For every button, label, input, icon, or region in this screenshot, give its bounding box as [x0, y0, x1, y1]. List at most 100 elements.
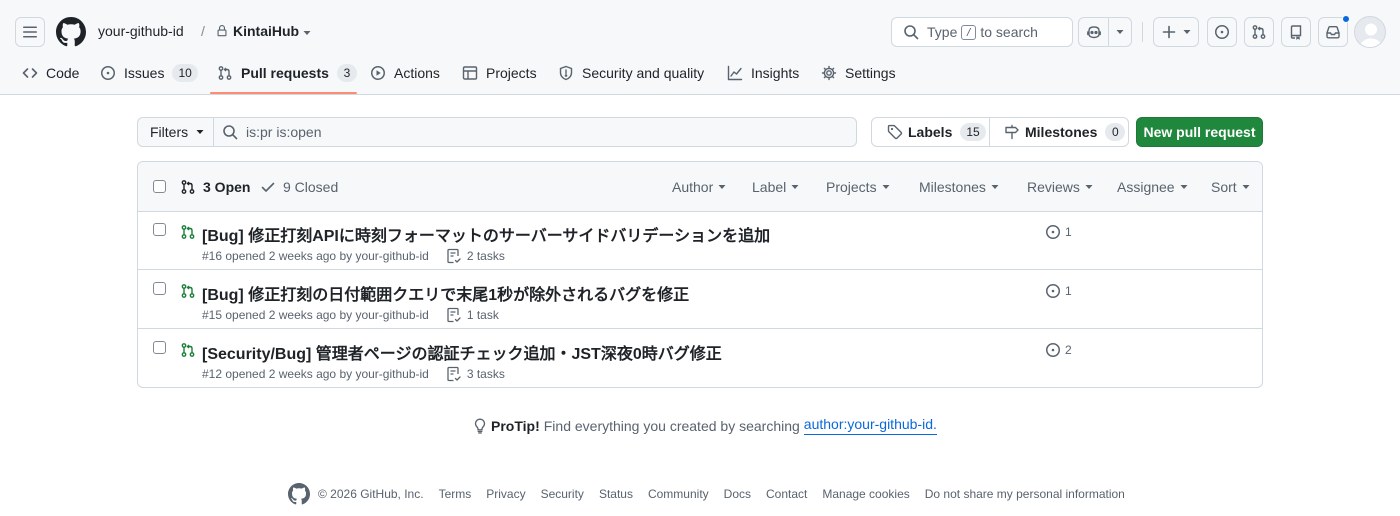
pull-request-meta: #16 opened 2 weeks ago by your-github-id…: [202, 248, 505, 264]
tab-actions[interactable]: Actions: [370, 62, 440, 84]
git-pull-request-icon: [181, 180, 195, 194]
labels-button[interactable]: Labels 15: [872, 118, 990, 146]
repo-name-link[interactable]: KintaiHub: [233, 23, 299, 39]
footer-link-do-not-share[interactable]: Do not share my personal information: [925, 487, 1125, 501]
pull-request-list: 3 Open 9 Closed Author Label Projects Mi…: [137, 161, 1263, 388]
repo-switcher-caret-icon[interactable]: [302, 28, 312, 38]
footer-link-privacy[interactable]: Privacy: [486, 487, 525, 501]
assignee-filter-dropdown[interactable]: Assignee: [1117, 179, 1189, 195]
copilot-button[interactable]: [1079, 18, 1109, 46]
closed-filter-link[interactable]: 9 Closed: [260, 179, 338, 195]
issue-opened-icon: [101, 66, 115, 80]
label-filter-dropdown[interactable]: Label: [752, 179, 800, 195]
tab-code[interactable]: Code: [22, 62, 79, 84]
inbox-button[interactable]: [1318, 15, 1350, 47]
github-logo-icon[interactable]: [288, 483, 310, 505]
opened-info: #12 opened 2 weeks ago by your-github-id: [202, 367, 429, 381]
milestones-button[interactable]: Milestones 0: [990, 118, 1128, 146]
copilot-icon: [1086, 26, 1101, 39]
issue-opened-icon: [1215, 25, 1229, 39]
triangle-down-icon: [791, 185, 799, 189]
light-bulb-icon: [474, 418, 486, 434]
github-logo-icon[interactable]: [56, 17, 86, 47]
repository-nav: Code Issues 10 Pull requests 3 Actions P…: [0, 62, 1400, 95]
filter-query-text: is:pr is:open: [246, 124, 322, 140]
search-prefix-text: Type: [927, 24, 958, 40]
issue-opened-icon: [1046, 284, 1060, 298]
triangle-down-icon: [1242, 185, 1250, 189]
footer-link-terms[interactable]: Terms: [439, 487, 472, 501]
row-checkbox[interactable]: [153, 223, 166, 236]
gear-icon: [821, 65, 837, 81]
milestones-filter-dropdown[interactable]: Milestones: [919, 179, 1000, 195]
filter-search-input[interactable]: is:pr is:open: [213, 117, 857, 147]
tab-projects[interactable]: Projects: [462, 62, 537, 84]
labels-milestones-group: Labels 15 Milestones 0: [871, 117, 1129, 147]
your-pull-requests-button[interactable]: [1244, 17, 1274, 47]
user-avatar[interactable]: [1354, 16, 1386, 48]
footer-link-status[interactable]: Status: [599, 487, 633, 501]
open-filter-link[interactable]: 3 Open: [180, 179, 250, 195]
closed-count-label: 9 Closed: [283, 179, 339, 195]
triangle-down-icon: [882, 185, 890, 189]
open-pull-request-icon: [180, 283, 196, 299]
issue-opened-icon: [1046, 225, 1060, 239]
footer-link-community[interactable]: Community: [648, 487, 709, 501]
checklist-icon: [447, 366, 461, 382]
tab-label: Insights: [751, 65, 800, 81]
task-progress: 3 tasks: [446, 366, 505, 382]
search-shortcut-key: /: [961, 24, 977, 40]
footer-link-contact[interactable]: Contact: [766, 487, 807, 501]
footer-link-manage-cookies[interactable]: Manage cookies: [822, 487, 909, 501]
protip-label: ProTip!: [491, 417, 540, 434]
row-checkbox[interactable]: [153, 282, 166, 295]
global-bar: your-github-id / KintaiHub Type / to sea…: [0, 0, 1400, 62]
tab-pull-requests[interactable]: Pull requests 3: [217, 62, 357, 84]
tab-security-and-quality[interactable]: Security and quality: [558, 62, 704, 84]
new-pull-request-button[interactable]: New pull request: [1136, 117, 1263, 147]
footer-link-security[interactable]: Security: [541, 487, 584, 501]
tab-issues[interactable]: Issues 10: [100, 62, 198, 84]
author-filter-dropdown[interactable]: Author: [672, 179, 727, 195]
sort-dropdown[interactable]: Sort: [1211, 179, 1251, 195]
open-pull-request-icon: [180, 342, 196, 358]
milestone-icon: [1005, 124, 1019, 140]
triangle-down-icon: [991, 185, 999, 189]
pull-request-title-link[interactable]: [Bug] 修正打刻の日付範囲クエリで末尾1秒が除外されるバグを修正: [202, 281, 689, 305]
filters-dropdown-button[interactable]: Filters: [137, 117, 214, 147]
task-count: 3 tasks: [466, 367, 505, 381]
filter-label: Label: [752, 179, 787, 195]
check-icon: [261, 182, 275, 192]
protip-search-link[interactable]: author:your-github-id.: [803, 416, 937, 435]
header-divider: [1142, 22, 1143, 42]
linked-issues-link[interactable]: 1: [1045, 224, 1072, 240]
global-search-input[interactable]: Type / to search: [891, 17, 1073, 47]
task-count: 1 task: [466, 308, 499, 322]
tab-label: Projects: [486, 65, 537, 81]
filter-label: Milestones: [919, 179, 986, 195]
select-all-checkbox[interactable]: [153, 180, 166, 193]
tab-label: Issues: [124, 65, 165, 81]
repo-owner-link[interactable]: your-github-id: [98, 23, 184, 39]
create-new-button[interactable]: [1153, 17, 1199, 47]
tab-settings[interactable]: Settings: [821, 62, 896, 84]
your-issues-button[interactable]: [1207, 17, 1237, 47]
projects-filter-dropdown[interactable]: Projects: [826, 179, 891, 195]
tab-insights[interactable]: Insights: [727, 62, 799, 84]
code-icon: [22, 68, 38, 78]
pull-request-title-link[interactable]: [Security/Bug] 管理者ページの認証チェック追加・JST深夜0時バグ…: [202, 340, 722, 364]
footer-link-docs[interactable]: Docs: [724, 487, 751, 501]
reviews-filter-dropdown[interactable]: Reviews: [1027, 179, 1094, 195]
tab-label: Pull requests: [241, 65, 329, 81]
open-menu-button[interactable]: [15, 17, 45, 47]
selected-tab-underline: [210, 92, 357, 94]
filters-label: Filters: [150, 124, 189, 140]
copilot-menu-button[interactable]: [1109, 18, 1131, 46]
linked-issues-link[interactable]: 2: [1045, 342, 1072, 358]
filter-label: Projects: [826, 179, 877, 195]
three-bars-icon: [23, 26, 37, 38]
repositories-button[interactable]: [1281, 17, 1311, 47]
row-checkbox[interactable]: [153, 341, 166, 354]
pull-request-title-link[interactable]: [Bug] 修正打刻APIに時刻フォーマットのサーバーサイドバリデーションを追加: [202, 222, 770, 246]
linked-issues-link[interactable]: 1: [1045, 283, 1072, 299]
